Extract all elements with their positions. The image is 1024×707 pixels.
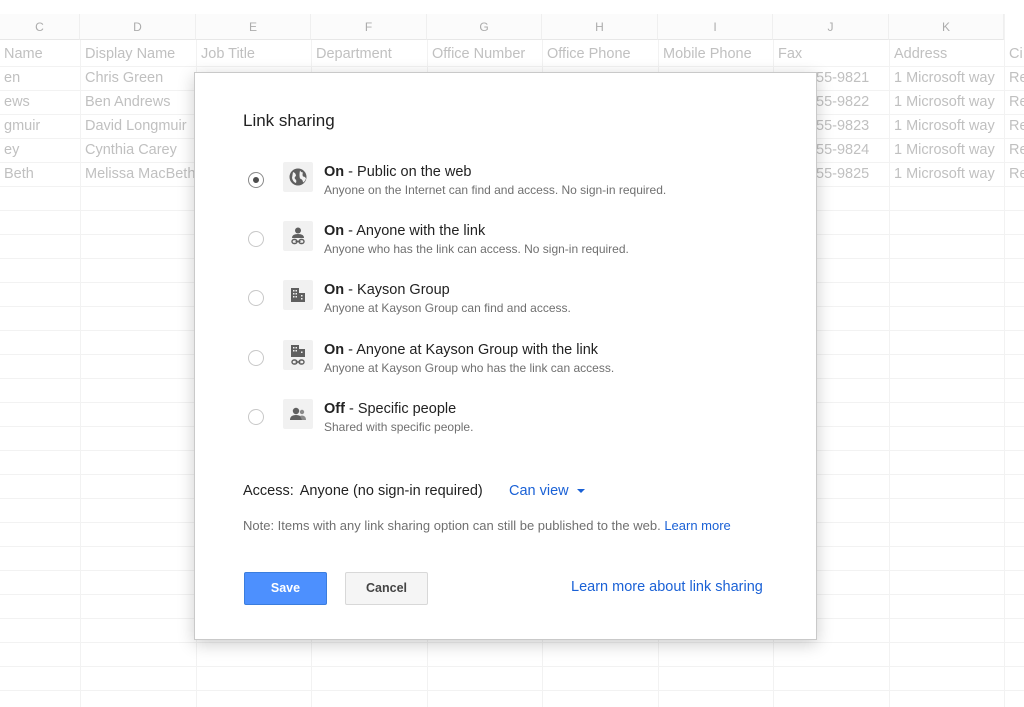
option-state: On bbox=[324, 342, 345, 358]
option-kayson-group-with-link[interactable]: On - Anyone at Kayson Group with the lin… bbox=[243, 340, 723, 394]
option-public-on-web[interactable]: On - Public on the web Anyone on the Int… bbox=[243, 162, 723, 216]
link-sharing-dialog: Link sharing On - Public on the web Anyo… bbox=[194, 72, 817, 640]
option-state: On bbox=[324, 282, 345, 298]
chevron-down-icon bbox=[576, 489, 585, 494]
building-icon bbox=[283, 280, 313, 310]
radio-button[interactable] bbox=[248, 290, 264, 306]
learn-more-link[interactable]: Learn more bbox=[664, 518, 730, 533]
dialog-title: Link sharing bbox=[243, 111, 335, 130]
radio-button[interactable] bbox=[248, 350, 264, 366]
option-label: - Kayson Group bbox=[344, 282, 450, 298]
option-title: On - Anyone at Kayson Group with the lin… bbox=[324, 342, 598, 358]
access-summary: Access: Anyone (no sign-in required) bbox=[243, 483, 483, 499]
option-description: Anyone at Kayson Group who has the link … bbox=[324, 361, 615, 375]
option-description: Anyone who has the link can access. No s… bbox=[324, 242, 629, 256]
option-label: - Anyone with the link bbox=[344, 223, 486, 239]
option-kayson-group[interactable]: On - Kayson Group Anyone at Kayson Group… bbox=[243, 280, 723, 334]
option-anyone-with-link[interactable]: On - Anyone with the link Anyone who has… bbox=[243, 221, 723, 275]
person-link-icon bbox=[283, 221, 313, 251]
option-state: Off bbox=[324, 401, 345, 417]
radio-button[interactable] bbox=[248, 231, 264, 247]
option-description: Shared with specific people. bbox=[324, 420, 474, 434]
option-title: On - Anyone with the link bbox=[324, 223, 485, 239]
option-label: - Specific people bbox=[344, 401, 457, 417]
note-text: Note: Items with any link sharing option… bbox=[243, 518, 661, 533]
globe-icon bbox=[283, 162, 313, 192]
option-title: On - Public on the web bbox=[324, 164, 472, 180]
option-specific-people[interactable]: Off - Specific people Shared with specif… bbox=[243, 399, 723, 453]
building-link-icon bbox=[283, 340, 313, 370]
option-description: Anyone on the Internet can find and acce… bbox=[324, 183, 667, 197]
permission-value: Can view bbox=[509, 483, 569, 499]
save-button[interactable]: Save bbox=[244, 572, 327, 605]
option-label: - Anyone at Kayson Group with the link bbox=[344, 342, 599, 358]
people-icon bbox=[283, 399, 313, 429]
radio-button[interactable] bbox=[248, 409, 264, 425]
option-state: On bbox=[324, 164, 345, 180]
learn-more-about-link-sharing-link[interactable]: Learn more about link sharing bbox=[571, 579, 763, 595]
option-title: On - Kayson Group bbox=[324, 282, 450, 298]
option-description: Anyone at Kayson Group can find and acce… bbox=[324, 301, 571, 315]
option-state: On bbox=[324, 223, 345, 239]
access-label: Access: bbox=[243, 483, 294, 499]
permission-dropdown[interactable]: Can view bbox=[509, 483, 585, 499]
radio-button-selected[interactable] bbox=[248, 172, 264, 188]
access-value: Anyone (no sign-in required) bbox=[299, 483, 483, 499]
option-title: Off - Specific people bbox=[324, 401, 456, 417]
option-label: - Public on the web bbox=[344, 164, 472, 180]
cancel-button[interactable]: Cancel bbox=[345, 572, 428, 605]
publish-note: Note: Items with any link sharing option… bbox=[243, 518, 731, 533]
